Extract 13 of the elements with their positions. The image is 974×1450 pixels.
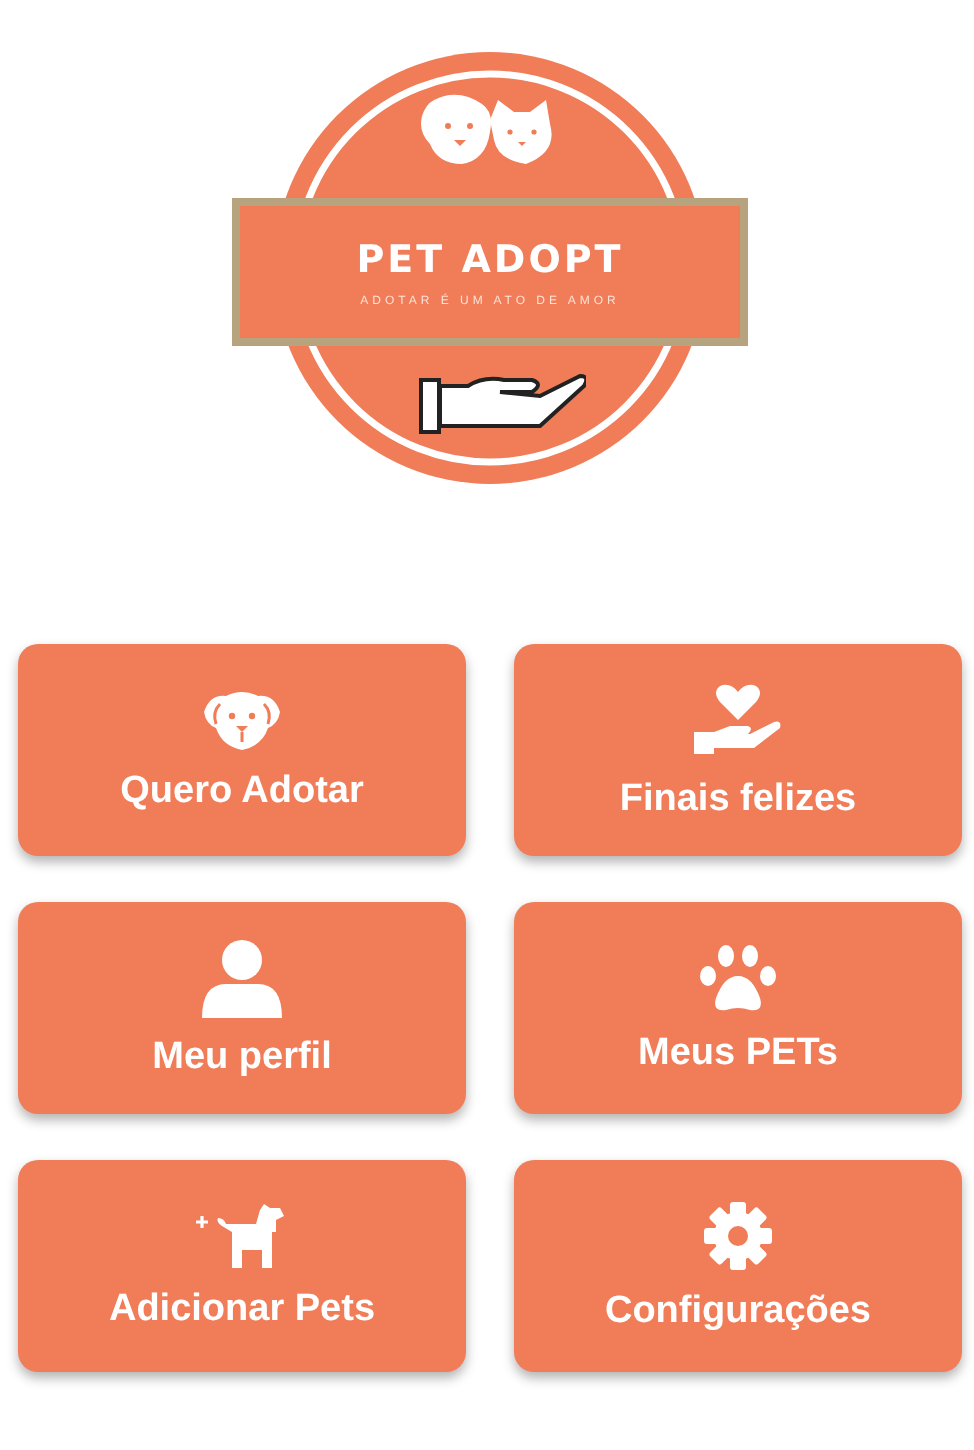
menu-button[interactable]: Quero Adotar bbox=[18, 644, 466, 856]
menu-button[interactable]: Meus PETs bbox=[514, 902, 962, 1114]
paw-icon bbox=[698, 941, 778, 1013]
gear-icon bbox=[702, 1199, 774, 1271]
menu-button[interactable]: Finais felizes bbox=[514, 644, 962, 856]
person-icon bbox=[198, 937, 286, 1017]
menu-button[interactable]: Configurações bbox=[514, 1160, 962, 1372]
hand-heart-icon bbox=[690, 679, 786, 759]
logo-title: PET ADOPT bbox=[356, 237, 624, 281]
open-hand-icon bbox=[418, 368, 586, 436]
menu-button[interactable]: Meu perfil bbox=[18, 902, 466, 1114]
dog-face-icon bbox=[202, 687, 282, 751]
menu-button[interactable]: Adicionar Pets bbox=[18, 1160, 466, 1372]
